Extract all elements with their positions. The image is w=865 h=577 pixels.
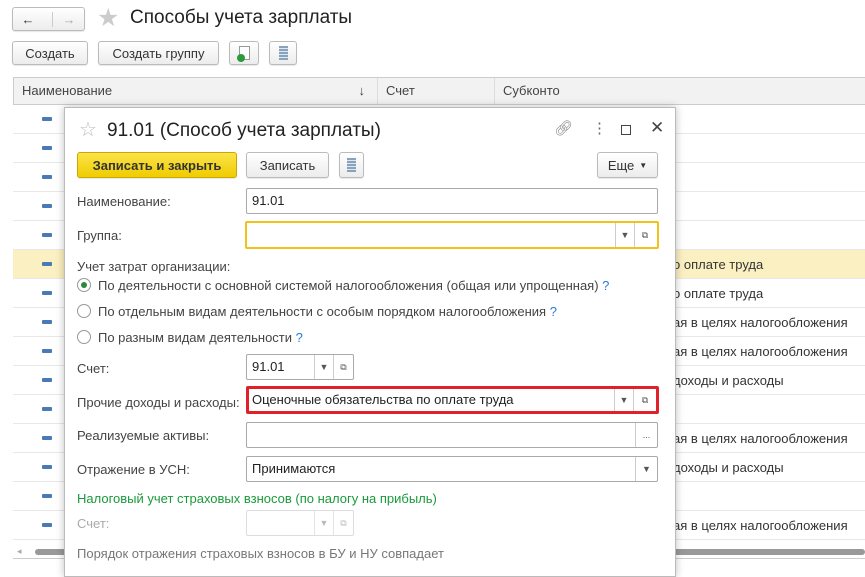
nav-buttons: ← → <box>12 7 85 31</box>
favorite-star-icon[interactable]: ☆ <box>79 117 97 142</box>
save-and-close-button[interactable]: Записать и закрыть <box>77 152 237 178</box>
subconto-cell: доходы и расходы <box>673 460 784 475</box>
usn-select[interactable]: Принимаются ▼ <box>246 456 658 482</box>
favorite-star-icon[interactable]: ★ <box>97 3 119 33</box>
help-icon[interactable]: ? <box>550 304 557 319</box>
select-button[interactable]: ... <box>635 423 657 447</box>
column-name[interactable]: Наименование ↓ <box>14 78 378 104</box>
add-document-button[interactable] <box>229 41 259 65</box>
list-icon <box>347 158 356 172</box>
dropdown-icon: ▼ <box>314 511 333 535</box>
dropdown-icon[interactable]: ▼ <box>314 355 333 379</box>
radio-button[interactable] <box>77 278 91 292</box>
dropdown-icon[interactable]: ▼ <box>615 223 634 247</box>
subconto-cell: ая в целях налогообложения <box>673 518 848 533</box>
subconto-cell: ая в целях налогообложения <box>673 344 848 359</box>
account-label: Счет: <box>77 361 110 376</box>
maximize-icon[interactable] <box>621 125 631 135</box>
item-icon <box>42 494 52 498</box>
create-button[interactable]: Создать <box>12 41 88 65</box>
more-actions-icon[interactable]: ⋮ <box>592 119 607 137</box>
column-subconto[interactable]: Субконто <box>495 78 865 104</box>
table-header: Наименование ↓ Счет Субконто <box>13 77 865 105</box>
back-button[interactable]: ← <box>22 12 35 27</box>
open-icon[interactable]: ⧉ <box>633 389 656 411</box>
item-icon <box>42 407 52 411</box>
link-icon[interactable]: 🔗︎ <box>554 119 573 137</box>
group-input[interactable]: ▼ ⧉ <box>245 221 659 249</box>
open-icon[interactable]: ⧉ <box>634 223 655 247</box>
subconto-cell: доходы и расходы <box>673 373 784 388</box>
group-label: Группа: <box>77 228 122 243</box>
other-income-input[interactable]: Оценочные обязательства по оплате труда … <box>246 386 659 414</box>
account-input[interactable]: 91.01 ▼ ⧉ <box>246 354 354 380</box>
sort-arrow-icon: ↓ <box>358 83 366 98</box>
item-icon <box>42 233 52 237</box>
dropdown-icon[interactable]: ▼ <box>614 389 633 411</box>
item-icon <box>42 146 52 150</box>
more-button[interactable]: Еще ▼ <box>597 152 658 178</box>
cost-option-1[interactable]: По отдельным видам деятельности с особым… <box>77 304 557 319</box>
item-icon <box>42 175 52 179</box>
forward-button[interactable]: → <box>51 11 76 27</box>
list-icon <box>278 46 288 60</box>
insurance-note: Порядок отражения страховых взносов в БУ… <box>77 546 444 561</box>
help-icon[interactable]: ? <box>296 330 303 345</box>
column-account[interactable]: Счет <box>378 78 495 104</box>
radio-label: По разным видам деятельности <box>98 330 293 345</box>
name-label: Наименование: <box>77 194 171 209</box>
subconto-cell: о оплате труда <box>673 286 764 301</box>
subconto-cell: о оплате труда <box>673 257 764 272</box>
item-icon <box>42 204 52 208</box>
radio-button[interactable] <box>77 330 91 344</box>
radio-label: По отдельным видам деятельности с особым… <box>98 304 547 319</box>
item-icon <box>42 349 52 353</box>
cost-option-0[interactable]: По деятельности с основной системой нало… <box>77 278 609 293</box>
tax-account-input: ▼ ⧉ <box>246 510 354 536</box>
open-icon[interactable]: ⧉ <box>333 355 353 379</box>
item-icon <box>42 320 52 324</box>
cost-accounting-label: Учет затрат организации: <box>77 259 231 274</box>
radio-label: По деятельности с основной системой нало… <box>98 278 599 293</box>
dialog-title: 91.01 (Способ учета зарплаты) <box>107 120 381 141</box>
cost-option-2[interactable]: По разным видам деятельности ? <box>77 330 303 345</box>
name-input[interactable]: 91.01 <box>246 188 658 214</box>
create-group-button[interactable]: Создать группу <box>98 41 219 65</box>
open-icon: ⧉ <box>333 511 353 535</box>
item-icon <box>42 465 52 469</box>
edit-dialog: ☆ 91.01 (Способ учета зарплаты) 🔗︎ ⋮ ✕ З… <box>64 107 676 577</box>
item-icon <box>42 436 52 440</box>
other-income-label: Прочие доходы и расходы: <box>77 395 240 410</box>
list-settings-button[interactable] <box>339 152 364 178</box>
item-icon <box>42 523 52 527</box>
assets-label: Реализуемые активы: <box>77 428 210 443</box>
help-icon[interactable]: ? <box>602 278 609 293</box>
item-icon <box>42 291 52 295</box>
dropdown-icon[interactable]: ▼ <box>635 457 657 481</box>
tax-section-title: Налоговый учет страховых взносов (по нал… <box>77 491 437 506</box>
close-icon[interactable]: ✕ <box>650 118 664 138</box>
add-document-icon <box>236 46 250 62</box>
tax-account-label: Счет: <box>77 516 110 531</box>
subconto-cell: ая в целях налогообложения <box>673 315 848 330</box>
save-button[interactable]: Записать <box>246 152 329 178</box>
item-icon <box>42 262 52 266</box>
assets-input[interactable]: ... <box>246 422 658 448</box>
radio-button[interactable] <box>77 304 91 318</box>
subconto-cell: ая в целях налогообложения <box>673 431 848 446</box>
page-title: Способы учета зарплаты <box>130 7 353 28</box>
usn-label: Отражение в УСН: <box>77 462 190 477</box>
list-settings-button[interactable] <box>269 41 297 65</box>
item-icon <box>42 117 52 121</box>
item-icon <box>42 378 52 382</box>
